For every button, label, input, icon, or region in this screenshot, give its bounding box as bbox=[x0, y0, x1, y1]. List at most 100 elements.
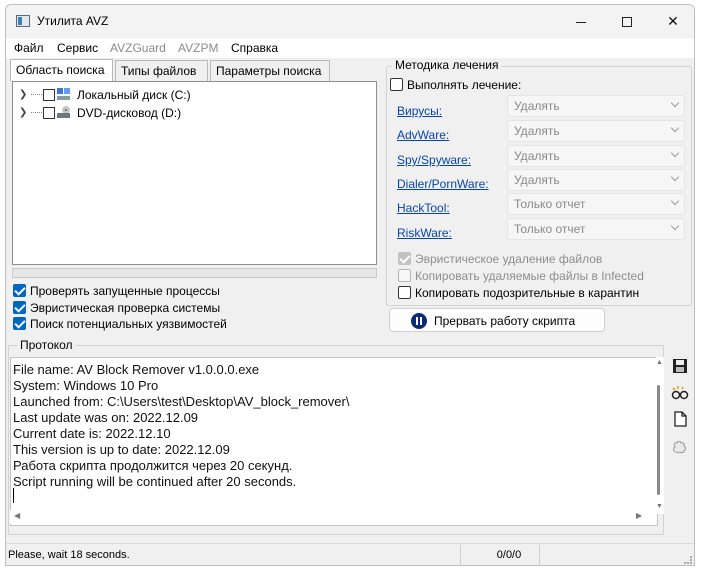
option-label: Эвристическое удаление файлов bbox=[415, 252, 603, 266]
spyware-select[interactable]: Удалять bbox=[507, 145, 685, 167]
chevron-down-icon bbox=[670, 196, 680, 206]
select-value: Только отчет bbox=[514, 197, 586, 211]
link-advware[interactable]: AdvWare: bbox=[397, 128, 449, 142]
protocol-log[interactable]: File name: AV Block Remover v1.0.0.0.exe… bbox=[10, 357, 658, 526]
resize-grip[interactable] bbox=[684, 556, 692, 564]
menu-bar: Файл Сервис AVZGuard AVZPM Справка bbox=[6, 38, 694, 58]
menu-help[interactable]: Справка bbox=[231, 41, 278, 55]
stop-script-button[interactable]: Прервать работу скрипта bbox=[389, 308, 605, 332]
option-label: Копировать подозрительные в карантин bbox=[415, 286, 640, 300]
log-line: This version is up to date: 2022.12.09 bbox=[13, 442, 230, 457]
tree-label: Локальный диск (C:) bbox=[77, 88, 191, 102]
chevron-down-icon bbox=[670, 148, 680, 158]
perform-treatment[interactable]: Выполнять лечение: bbox=[390, 78, 521, 94]
copy-suspicious-option[interactable]: Копировать подозрительные в карантин bbox=[398, 286, 639, 302]
checkbox[interactable] bbox=[13, 317, 26, 330]
option-label: Поиск потенциальных уязвимостей bbox=[30, 317, 227, 331]
hard-drive-icon bbox=[57, 88, 70, 100]
avz-window: Утилита AVZ ✕ Файл Сервис AVZGuard AVZPM… bbox=[5, 4, 695, 566]
riskware-select[interactable]: Только отчет bbox=[507, 218, 685, 240]
status-divider bbox=[539, 545, 540, 565]
status-divider bbox=[460, 545, 461, 565]
menu-avzpm[interactable]: AVZPM bbox=[178, 41, 218, 55]
maximize-button[interactable] bbox=[604, 5, 650, 37]
save-icon[interactable] bbox=[670, 356, 690, 376]
window-title: Утилита AVZ bbox=[37, 14, 109, 28]
dvd-drive-icon bbox=[57, 106, 70, 118]
chevron-down-icon bbox=[670, 221, 680, 231]
drive-d-checkbox[interactable] bbox=[43, 107, 55, 119]
heuristic-delete-option[interactable]: Эвристическое удаление файлов bbox=[398, 252, 602, 268]
log-vertical-scrollbar[interactable]: ▲ ▼ bbox=[656, 357, 664, 514]
brain-icon[interactable] bbox=[670, 437, 690, 457]
link-riskware[interactable]: RiskWare: bbox=[397, 226, 452, 240]
select-value: Удалять bbox=[514, 124, 560, 138]
checkbox[interactable] bbox=[13, 284, 26, 297]
select-value: Удалять bbox=[514, 173, 560, 187]
stop-script-label: Прервать работу скрипта bbox=[434, 314, 576, 328]
close-button[interactable]: ✕ bbox=[650, 5, 694, 37]
chevron-right-icon[interactable]: ❯ bbox=[19, 89, 27, 100]
pause-icon bbox=[411, 313, 427, 329]
scroll-left-icon[interactable]: ◀ bbox=[14, 511, 20, 520]
option-label: Эвристическая проверка системы bbox=[30, 301, 221, 315]
link-dialer[interactable]: Dialer/PornWare: bbox=[397, 177, 489, 191]
perform-treatment-checkbox[interactable] bbox=[390, 78, 403, 91]
scroll-right-icon[interactable]: ▶ bbox=[636, 511, 642, 520]
link-viruses[interactable]: Вирусы: bbox=[397, 104, 442, 118]
scroll-down-icon[interactable]: ▼ bbox=[656, 503, 663, 510]
checkbox[interactable] bbox=[398, 269, 411, 282]
tab-search-area[interactable]: Область поиска bbox=[10, 59, 113, 81]
drive-tree: ❯ Локальный диск (C:) ❯ DVD-дисковод (D:… bbox=[12, 81, 377, 265]
menu-avzguard[interactable]: AVZGuard bbox=[110, 41, 166, 55]
tree-connector bbox=[31, 112, 42, 113]
hacktool-select[interactable]: Только отчет bbox=[507, 193, 685, 215]
title-bar: Утилита AVZ ✕ bbox=[6, 5, 694, 37]
treatment-title: Методика лечения bbox=[392, 58, 502, 72]
option-check-processes[interactable]: Проверять запущенные процессы bbox=[13, 284, 220, 300]
tree-connector bbox=[31, 94, 42, 95]
scroll-up-icon[interactable]: ▲ bbox=[656, 359, 663, 366]
option-heuristic-check[interactable]: Эвристическая проверка системы bbox=[13, 301, 220, 317]
select-value: Удалять bbox=[514, 149, 560, 163]
status-message: Please, wait 18 seconds. bbox=[8, 549, 130, 561]
document-icon[interactable] bbox=[670, 409, 690, 429]
link-spyware[interactable]: Spy/Spyware: bbox=[397, 153, 471, 167]
tab-file-types[interactable]: Типы файлов bbox=[115, 60, 208, 81]
maximize-icon bbox=[622, 17, 632, 28]
log-line: Last update was on: 2022.12.09 bbox=[13, 410, 199, 425]
option-vulnerability-search[interactable]: Поиск потенциальных уязвимостей bbox=[13, 317, 227, 333]
log-horizontal-scrollbar[interactable]: ◀ ▶ bbox=[10, 510, 656, 524]
menu-file[interactable]: Файл bbox=[14, 41, 44, 55]
tab-search-params[interactable]: Параметры поиска bbox=[210, 60, 330, 81]
log-line: System: Windows 10 Pro bbox=[13, 378, 159, 393]
scroll-thumb[interactable] bbox=[657, 385, 660, 495]
app-icon bbox=[16, 15, 30, 27]
log-line: Script running will be continued after 2… bbox=[13, 474, 297, 489]
minimize-button[interactable] bbox=[558, 5, 604, 37]
copy-deleted-option[interactable]: Копировать удаляемые файлы в Infected bbox=[398, 269, 644, 285]
checkbox[interactable] bbox=[13, 301, 26, 314]
tree-horizontal-scrollbar[interactable] bbox=[12, 268, 377, 278]
drive-c-checkbox[interactable] bbox=[43, 89, 55, 101]
link-hacktool[interactable]: HackTool: bbox=[397, 201, 450, 215]
select-value: Удалять bbox=[514, 99, 560, 113]
status-bar: Please, wait 18 seconds. 0/0/0 bbox=[6, 543, 694, 565]
menu-service[interactable]: Сервис bbox=[57, 41, 98, 55]
chevron-right-icon[interactable]: ❯ bbox=[19, 107, 27, 118]
log-line: File name: AV Block Remover v1.0.0.0.exe bbox=[13, 362, 260, 377]
advware-select[interactable]: Удалять bbox=[507, 120, 685, 142]
log-line: Работа скрипта продолжится через 20 секу… bbox=[13, 458, 293, 473]
minimize-icon bbox=[576, 21, 586, 23]
checkbox[interactable] bbox=[398, 252, 411, 265]
close-icon: ✕ bbox=[667, 13, 679, 29]
glasses-icon[interactable] bbox=[670, 383, 690, 403]
perform-treatment-label: Выполнять лечение: bbox=[407, 78, 522, 92]
log-line: Launched from: C:\Users\test\Desktop\AV_… bbox=[13, 394, 350, 409]
viruses-select[interactable]: Удалять bbox=[507, 95, 685, 117]
dialer-select[interactable]: Удалять bbox=[507, 169, 685, 191]
select-value: Только отчет bbox=[514, 222, 586, 236]
protocol-title: Протокол bbox=[17, 338, 76, 352]
checkbox[interactable] bbox=[398, 286, 411, 299]
tree-label: DVD-дисковод (D:) bbox=[77, 106, 182, 120]
